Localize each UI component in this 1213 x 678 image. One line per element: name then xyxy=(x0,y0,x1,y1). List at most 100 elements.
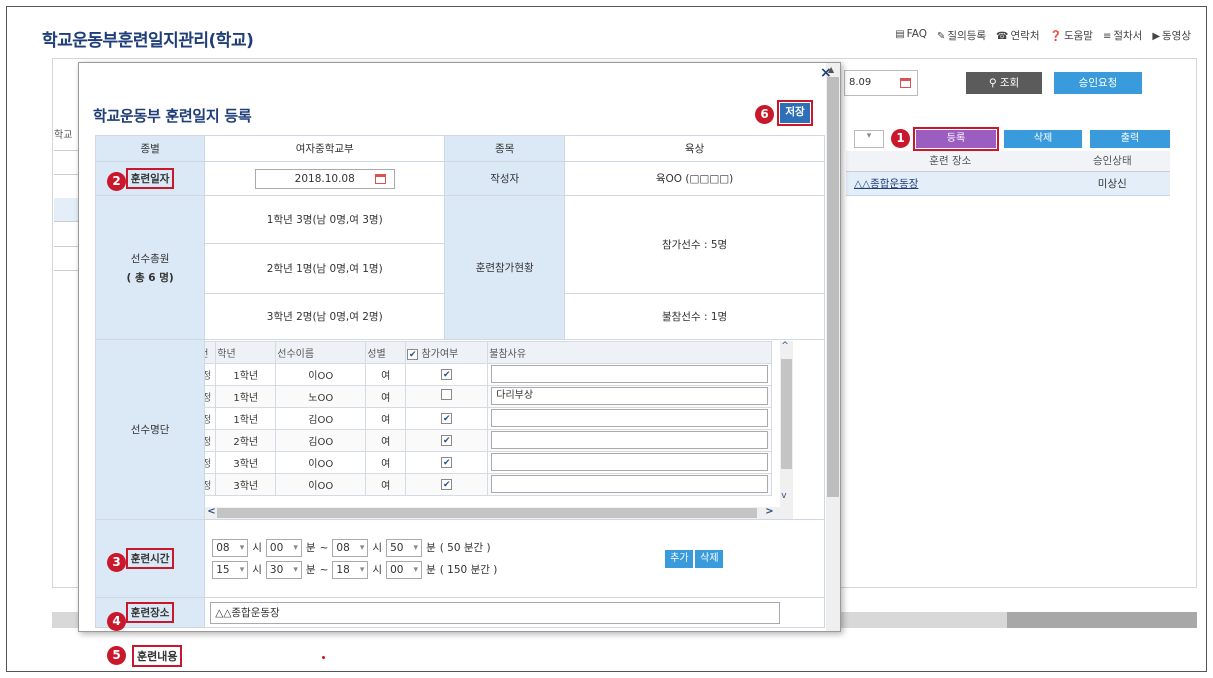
train-time-cell: 08 ▾ 시 00 ▾ 분 ~ 08 ▾ 시 50 ▾ 분 ( 50 분간 ) 15 ▾ 시… xyxy=(204,519,565,598)
participation-checkbox[interactable]: ✔ xyxy=(441,434,453,446)
scroll-down-icon[interactable]: v xyxy=(781,491,786,501)
col-no: 번 xyxy=(205,340,217,364)
search-button[interactable]: ⚲ 조회 xyxy=(966,72,1042,94)
chevron-down-icon: ▾ xyxy=(293,542,298,553)
category-value: 여자중학교부 xyxy=(204,135,446,162)
faq-link[interactable]: ▤ FAQ xyxy=(895,28,927,43)
train-place-input[interactable]: △△종합운동장 xyxy=(210,601,781,624)
absentees-count: 불참선수 : 1명 xyxy=(564,293,825,340)
print-button[interactable]: 출력 xyxy=(1090,130,1170,148)
train-date-input[interactable]: 2018.10.08 xyxy=(254,168,395,189)
table-row: 정 1학년 김OO 여 ✔ xyxy=(205,406,773,430)
step-badge-5: 5 xyxy=(107,646,126,665)
grade1-count: 1학년 3명(남 0명,여 3명) xyxy=(204,195,446,244)
scroll-right-icon[interactable]: > xyxy=(765,506,773,517)
journal-list-table: 훈련 장소 승인상태 △△종합운동장 미상신 xyxy=(846,151,1170,196)
writer-label: 작성자 xyxy=(444,161,566,196)
bg-row-divider xyxy=(54,270,80,271)
col-name: 선수이름 xyxy=(275,340,367,364)
roster-horizontal-scrollbar[interactable]: < > xyxy=(205,506,794,519)
chevron-down-icon: ▾ xyxy=(866,131,872,141)
row-count-select[interactable]: ▾ xyxy=(854,130,884,148)
step-badge-6: 6 xyxy=(755,105,774,124)
place-link[interactable]: △△종합운동장 xyxy=(846,171,1055,196)
contact-link[interactable]: ☎ 연락처 xyxy=(996,28,1039,43)
step-badge-4: 4 xyxy=(107,612,126,631)
participation-checkbox[interactable]: ✔ xyxy=(441,412,453,424)
train-date-label: 훈련일자 xyxy=(125,168,175,189)
start-hour-select[interactable]: 15 ▾ xyxy=(212,560,249,579)
end-hour-select[interactable]: 08 ▾ xyxy=(332,538,369,557)
time-actions-cell: 추가 삭제 xyxy=(564,519,825,598)
col-absence-reason: 불참사유 xyxy=(487,340,773,364)
save-button[interactable]: 저장 xyxy=(777,100,813,126)
help-icon: ❓ xyxy=(1049,31,1062,42)
col-gender: 성별 xyxy=(365,340,407,364)
add-time-button[interactable]: 추가 xyxy=(665,549,694,568)
scrollbar-thumb[interactable] xyxy=(217,507,758,518)
start-minute-select[interactable]: 30 ▾ xyxy=(265,560,302,579)
end-minute-select[interactable]: 00 ▾ xyxy=(386,560,423,579)
end-minute-select[interactable]: 50 ▾ xyxy=(386,538,423,557)
col-grade: 학년 xyxy=(215,340,277,364)
col-participation: ✔ 참가여부 xyxy=(405,340,489,364)
search-icon: ⚲ xyxy=(988,77,1000,89)
scroll-up-icon[interactable]: ^ xyxy=(781,341,789,351)
procedure-link[interactable]: ≡ 절차서 xyxy=(1103,28,1142,43)
participation-checkbox[interactable]: ✔ xyxy=(441,478,453,490)
scrollbar-thumb[interactable] xyxy=(827,77,839,497)
approve-request-button[interactable]: 승인요청 xyxy=(1054,72,1142,94)
video-icon: ▶ xyxy=(1152,31,1161,42)
roster-vertical-scrollbar[interactable]: ^ v xyxy=(780,340,794,507)
absence-reason-input[interactable] xyxy=(491,475,769,493)
close-icon[interactable]: × xyxy=(820,65,832,81)
top-links: ▤ FAQ ✎ 질의등록 ☎ 연락처 ❓ 도움말 ≡ 절차서 ▶ 동영상 xyxy=(895,28,1191,43)
end-hour-select[interactable]: 18 ▾ xyxy=(332,560,369,579)
scrollbar-thumb[interactable] xyxy=(1007,612,1197,628)
participants-count: 참가선수 : 5명 xyxy=(564,195,825,294)
participation-checkbox[interactable] xyxy=(441,389,453,400)
bg-row-divider xyxy=(54,246,80,247)
modal-title: 학교운동부 훈련일지 등록 xyxy=(93,107,252,125)
event-label: 종목 xyxy=(444,135,566,162)
absence-reason-input[interactable] xyxy=(491,431,769,449)
col-status: 승인상태 xyxy=(1054,151,1170,172)
start-minute-select[interactable]: 00 ▾ xyxy=(265,538,302,557)
participation-checkbox[interactable]: ✔ xyxy=(441,368,453,380)
table-row[interactable]: △△종합운동장 미상신 xyxy=(846,171,1170,196)
chevron-down-icon: ▾ xyxy=(359,542,365,553)
participation-checkbox[interactable]: ✔ xyxy=(441,456,453,468)
modal-vertical-scrollbar[interactable]: ▲ xyxy=(826,63,840,631)
train-place-cell: △△종합운동장 xyxy=(204,597,825,628)
chevron-down-icon: ▾ xyxy=(359,564,365,575)
train-content-label: 훈련내용 xyxy=(132,645,183,667)
help-link[interactable]: ❓ 도움말 xyxy=(1050,28,1093,43)
time-row: 15 ▾ 시 30 ▾ 분 ~ 18 ▾ 시 00 ▾ 분 ( 150 분간 ) xyxy=(206,559,563,581)
register-button[interactable]: 등록 xyxy=(913,127,999,151)
participation-label: 훈련참가현황 xyxy=(444,195,566,340)
absence-reason-input[interactable] xyxy=(491,453,769,471)
calendar-icon[interactable] xyxy=(374,173,386,184)
chevron-down-icon: ▾ xyxy=(293,564,298,575)
status-cell: 미상신 xyxy=(1054,171,1170,196)
absence-reason-input[interactable] xyxy=(491,409,769,427)
calendar-icon[interactable] xyxy=(900,78,911,88)
table-row: 정 1학년 이OO 여 ✔ xyxy=(205,362,773,386)
inquiry-link[interactable]: ✎ 질의등록 xyxy=(937,28,986,43)
delete-time-button[interactable]: 삭제 xyxy=(695,549,724,568)
scroll-left-icon[interactable]: < xyxy=(207,506,215,517)
train-date-cell: 2018.10.08 xyxy=(204,161,446,196)
select-all-checkbox[interactable]: ✔ xyxy=(407,348,419,360)
time-row: 08 ▾ 시 00 ▾ 분 ~ 08 ▾ 시 50 ▾ 분 ( 50 분간 ) xyxy=(206,537,563,559)
grade2-count: 2학년 1명(남 0명,여 1명) xyxy=(204,243,446,294)
table-row: 정 3학년 이OO 여 ✔ xyxy=(205,450,773,474)
faq-icon: ▤ xyxy=(895,29,905,40)
end-date-input[interactable]: 8.09 xyxy=(844,70,918,96)
delete-button[interactable]: 삭제 xyxy=(1004,130,1082,148)
start-hour-select[interactable]: 08 ▾ xyxy=(212,538,249,557)
chevron-down-icon: ▾ xyxy=(239,542,245,553)
video-link[interactable]: ▶ 동영상 xyxy=(1152,28,1191,43)
absence-reason-input[interactable] xyxy=(491,365,769,383)
scrollbar-thumb[interactable] xyxy=(781,358,793,469)
absence-reason-input[interactable]: 다리부상 xyxy=(491,387,769,405)
